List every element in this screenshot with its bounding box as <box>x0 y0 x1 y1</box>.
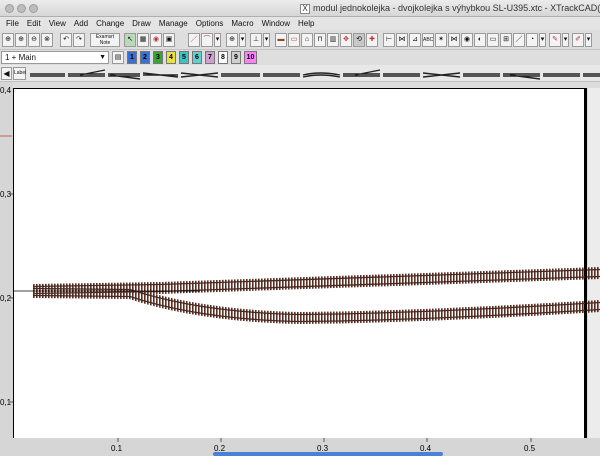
layer-button-6[interactable]: 6 <box>192 51 202 64</box>
hot-bar: ◀ Label <box>0 65 600 82</box>
current-layer-select[interactable]: 1 + Main ▼ <box>1 51 109 64</box>
layers-dialog-icon[interactable]: ▤ <box>112 51 124 64</box>
ruler-icon[interactable]: ▭ <box>487 33 499 47</box>
parallel-icon[interactable]: ✶ <box>435 33 447 47</box>
window-title-text: modul jednokolejka - dvojkolejka s výhyb… <box>313 3 600 13</box>
x-window-icon: X <box>300 4 310 14</box>
split-icon[interactable]: ⊢ <box>383 33 395 47</box>
track-layout <box>0 88 600 442</box>
menu-change[interactable]: Change <box>96 19 124 28</box>
profile-icon[interactable]: ABC <box>422 33 434 47</box>
join-icon[interactable]: ⋈ <box>448 33 460 47</box>
text-icon[interactable]: ⊞ <box>500 33 512 47</box>
magnet-icon[interactable]: ◉ <box>150 33 162 47</box>
hotbar-track-parts[interactable] <box>0 65 600 82</box>
curve-track-icon[interactable]: ⌒ <box>201 33 213 47</box>
elevation-icon[interactable]: ⊿ <box>409 33 421 47</box>
connect-icon[interactable]: ⋈ <box>396 33 408 47</box>
rotate-icon[interactable]: ⟲ <box>353 33 365 47</box>
zoom-fit-icon[interactable]: ⊗ <box>41 33 53 47</box>
window-title: Xmodul jednokolejka - dvojkolejka s výhy… <box>300 3 600 14</box>
select-icon[interactable]: ↖ <box>124 33 136 47</box>
layout-canvas-area: 0,4 0,3 0,2 0,1 0.1 0.2 0.3 0.4 0.5 <box>0 82 600 456</box>
pencil-icon[interactable]: ✎ <box>549 33 561 47</box>
dropdown-arrow-icon[interactable]: ▾ <box>585 33 592 47</box>
dropdown-arrow-icon[interactable]: ▾ <box>239 33 246 47</box>
line-icon[interactable]: ／ <box>513 33 525 47</box>
car-icon[interactable]: ▬ <box>275 33 287 47</box>
layer-button-4[interactable]: 4 <box>166 51 176 64</box>
train-icon[interactable]: ▭ <box>288 33 300 47</box>
layer-button-10[interactable]: 10 <box>244 51 257 64</box>
turnout-icon[interactable]: ⊥ <box>250 33 262 47</box>
menu-help[interactable]: Help <box>298 19 314 28</box>
layer-button-5[interactable]: 5 <box>179 51 189 64</box>
move-icon[interactable]: ✥ <box>340 33 352 47</box>
circle-track-icon[interactable]: ⊕ <box>226 33 238 47</box>
menu-bar: File Edit View Add Change Draw Manage Op… <box>0 17 600 30</box>
shape-icon[interactable]: ◔ <box>526 33 538 47</box>
track-lower[interactable] <box>32 286 600 325</box>
signal-icon[interactable]: ⊓ <box>314 33 326 47</box>
layer-button-3[interactable]: 3 <box>153 51 163 64</box>
menu-edit[interactable]: Edit <box>27 19 41 28</box>
dropdown-arrow-icon[interactable]: ▾ <box>263 33 270 47</box>
zoom-in-icon[interactable]: ⊕ <box>2 33 14 47</box>
menu-manage[interactable]: Manage <box>159 19 188 28</box>
structure-icon[interactable]: ⌂ <box>301 33 313 47</box>
layer-toolbar: 1 + Main ▼ ▤ 1 2 3 4 5 6 7 8 9 10 <box>0 50 600 65</box>
block-icon[interactable]: ▥ <box>327 33 339 47</box>
dropdown-arrow-icon[interactable]: ▾ <box>562 33 569 47</box>
menu-view[interactable]: View <box>49 19 66 28</box>
minimize-window-button[interactable] <box>17 4 26 13</box>
layer-button-8[interactable]: 8 <box>218 51 228 64</box>
zoom-extents-icon[interactable]: ⊖ <box>28 33 40 47</box>
paint-icon[interactable]: ✐ <box>572 33 584 47</box>
flip-icon[interactable]: ✚ <box>366 33 378 47</box>
zoom-out-icon[interactable]: ⊕ <box>15 33 27 47</box>
note-button[interactable]: Examsrt Note <box>90 33 120 47</box>
tunnel-icon[interactable]: ◉ <box>461 33 473 47</box>
layer-button-2[interactable]: 2 <box>140 51 150 64</box>
close-window-button[interactable] <box>5 4 14 13</box>
title-bar: Xmodul jednokolejka - dvojkolejka s výhy… <box>0 0 600 17</box>
layer-button-1[interactable]: 1 <box>127 51 137 64</box>
zoom-window-button[interactable] <box>29 4 38 13</box>
dropdown-arrow-icon[interactable]: ▾ <box>214 33 221 47</box>
main-toolbar: ⊕ ⊕ ⊖ ⊗ ↶ ↷ Examsrt Note ↖ ▦ ◉ ▣ ／ ⌒ ▾ ⊕… <box>0 30 600 50</box>
menu-macro[interactable]: Macro <box>231 19 253 28</box>
menu-options[interactable]: Options <box>196 19 224 28</box>
chevron-down-icon: ▼ <box>99 54 106 61</box>
layer-button-9[interactable]: 9 <box>231 51 241 64</box>
menu-window[interactable]: Window <box>262 19 290 28</box>
menu-file[interactable]: File <box>6 19 19 28</box>
layer-button-7[interactable]: 7 <box>205 51 215 64</box>
redo-icon[interactable]: ↷ <box>73 33 85 47</box>
menu-add[interactable]: Add <box>74 19 88 28</box>
undo-icon[interactable]: ↶ <box>60 33 72 47</box>
current-layer-value: 1 + Main <box>5 53 36 62</box>
grid-icon[interactable]: ▦ <box>137 33 149 47</box>
dropdown-arrow-icon[interactable]: ▾ <box>539 33 546 47</box>
draw-track-icon[interactable]: ／ <box>188 33 200 47</box>
menu-draw[interactable]: Draw <box>132 19 151 28</box>
map-icon[interactable]: ▣ <box>163 33 175 47</box>
bridge-icon[interactable]: ◐ <box>474 33 486 47</box>
